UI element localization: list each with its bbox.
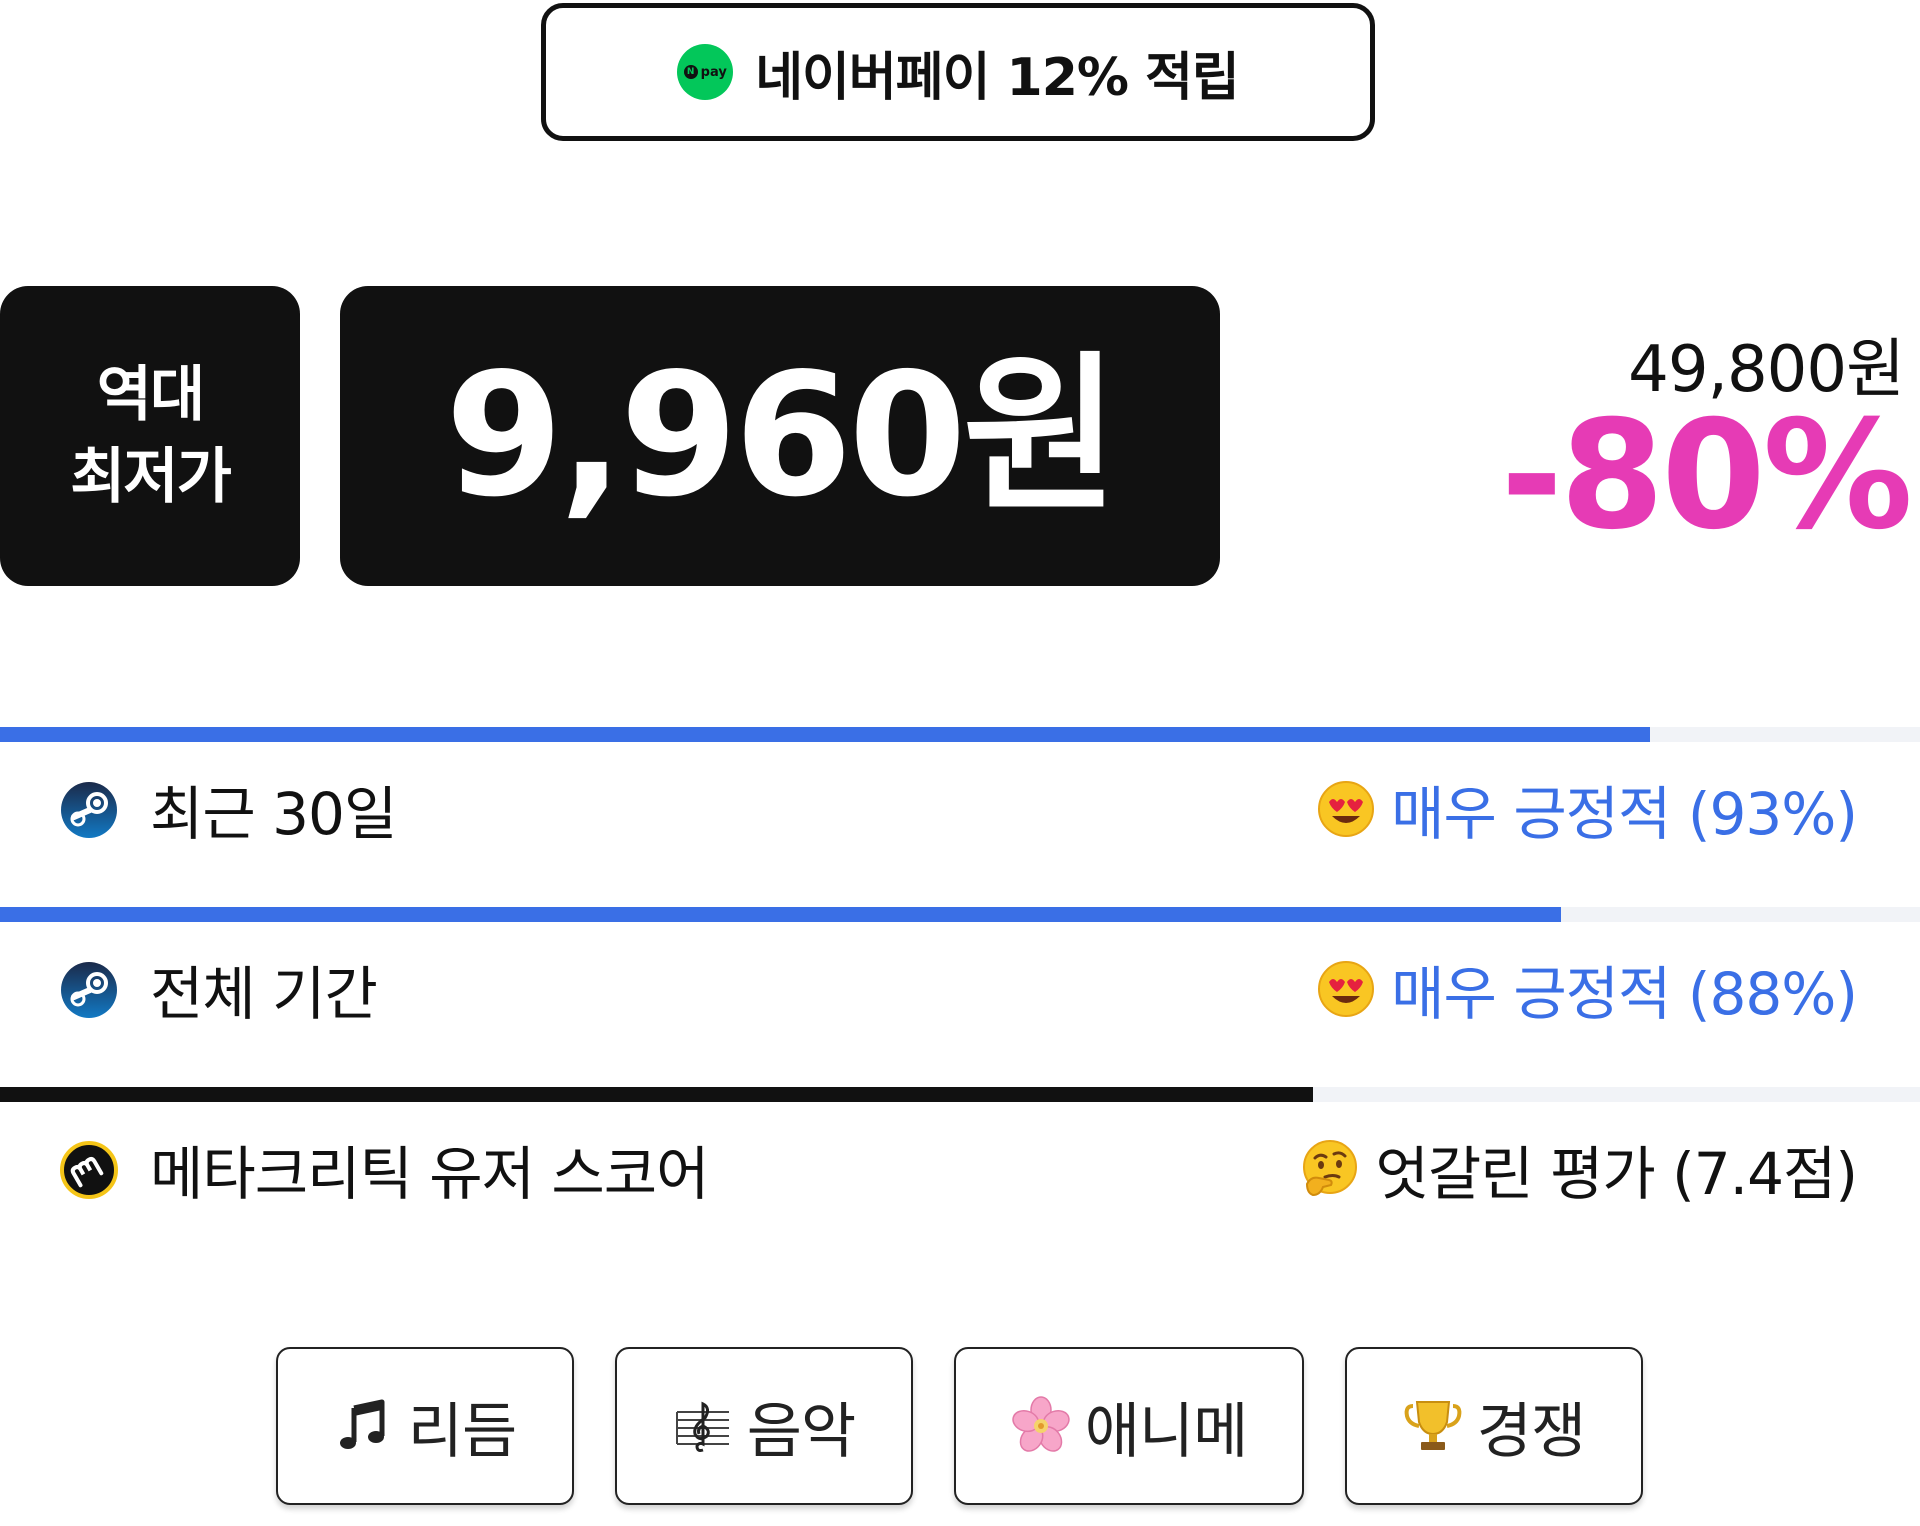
review-result: 매우 긍정적 (93%): [1317, 767, 1858, 851]
review-bar-fill: [0, 1087, 1313, 1102]
trophy-icon: [1404, 1401, 1462, 1450]
review-bar-fill: [0, 907, 1561, 922]
tag-label: 애니메: [1084, 1396, 1249, 1467]
npay-reward-banner[interactable]: N pay 네이버페이 12% 적립: [541, 3, 1375, 141]
discount-rate: -80%: [1500, 389, 1913, 563]
review-verdict: 매우 긍정적 (93%): [1391, 780, 1858, 848]
lowest-price-badge-line1: 역대: [96, 360, 205, 430]
heart-eyes-emoji-icon: [1318, 961, 1375, 1017]
review-row-recent: 최근 30일 매우 긍정적 (93%): [0, 727, 1920, 903]
steam-icon: [61, 782, 117, 838]
tag-label: 음악: [746, 1396, 856, 1467]
metacritic-icon: [60, 1141, 118, 1199]
review-source-label: 메타크리틱 유저 스코어: [150, 1140, 709, 1208]
tag-label: 경쟁: [1476, 1396, 1586, 1467]
review-period-label: 최근 30일: [150, 780, 397, 848]
tag-label: 리듬: [407, 1396, 517, 1467]
review-bar-fill: [0, 727, 1650, 742]
npay-logo-letter: N: [683, 65, 698, 79]
review-verdict: 매우 긍정적 (88%): [1391, 960, 1858, 1028]
review-row-metacritic: 메타크리틱 유저 스코어 엇갈린 평가 (7.4점): [0, 1087, 1920, 1263]
review-row-all-time: 전체 기간 매우 긍정적 (88%): [0, 907, 1920, 1083]
review-bar-track: [0, 907, 1920, 922]
lowest-price-badge: 역대 최저가: [0, 286, 300, 586]
tag-music-button[interactable]: 음악: [615, 1347, 913, 1505]
thinking-emoji-icon: [1303, 1140, 1358, 1197]
steam-icon: [61, 962, 117, 1018]
npay-reward-text: 네이버페이 12% 적립: [755, 47, 1240, 108]
current-price-box: 9,960원: [340, 286, 1220, 586]
review-result: 엇갈린 평가 (7.4점): [1301, 1127, 1858, 1211]
review-period-label: 전체 기간: [150, 960, 378, 1028]
heart-eyes-emoji-icon: [1318, 781, 1375, 837]
review-bar-track: [0, 1087, 1920, 1102]
review-verdict: 엇갈린 평가 (7.4점): [1375, 1140, 1858, 1208]
npay-logo-text: pay: [700, 64, 727, 80]
tag-competitive-button[interactable]: 경쟁: [1345, 1347, 1643, 1505]
review-result: 매우 긍정적 (88%): [1317, 947, 1858, 1031]
tag-rhythm-button[interactable]: 리듬: [276, 1347, 574, 1505]
npay-logo-icon: N pay: [677, 44, 734, 100]
musical-score-icon: [675, 1401, 729, 1452]
lowest-price-badge-line2: 최저가: [70, 442, 232, 512]
review-bar-track: [0, 727, 1920, 742]
cherry-blossom-icon: [1011, 1396, 1070, 1452]
music-note-icon: [339, 1399, 385, 1449]
tag-anime-button[interactable]: 애니메: [954, 1347, 1304, 1505]
current-price: 9,960원: [444, 337, 1119, 535]
